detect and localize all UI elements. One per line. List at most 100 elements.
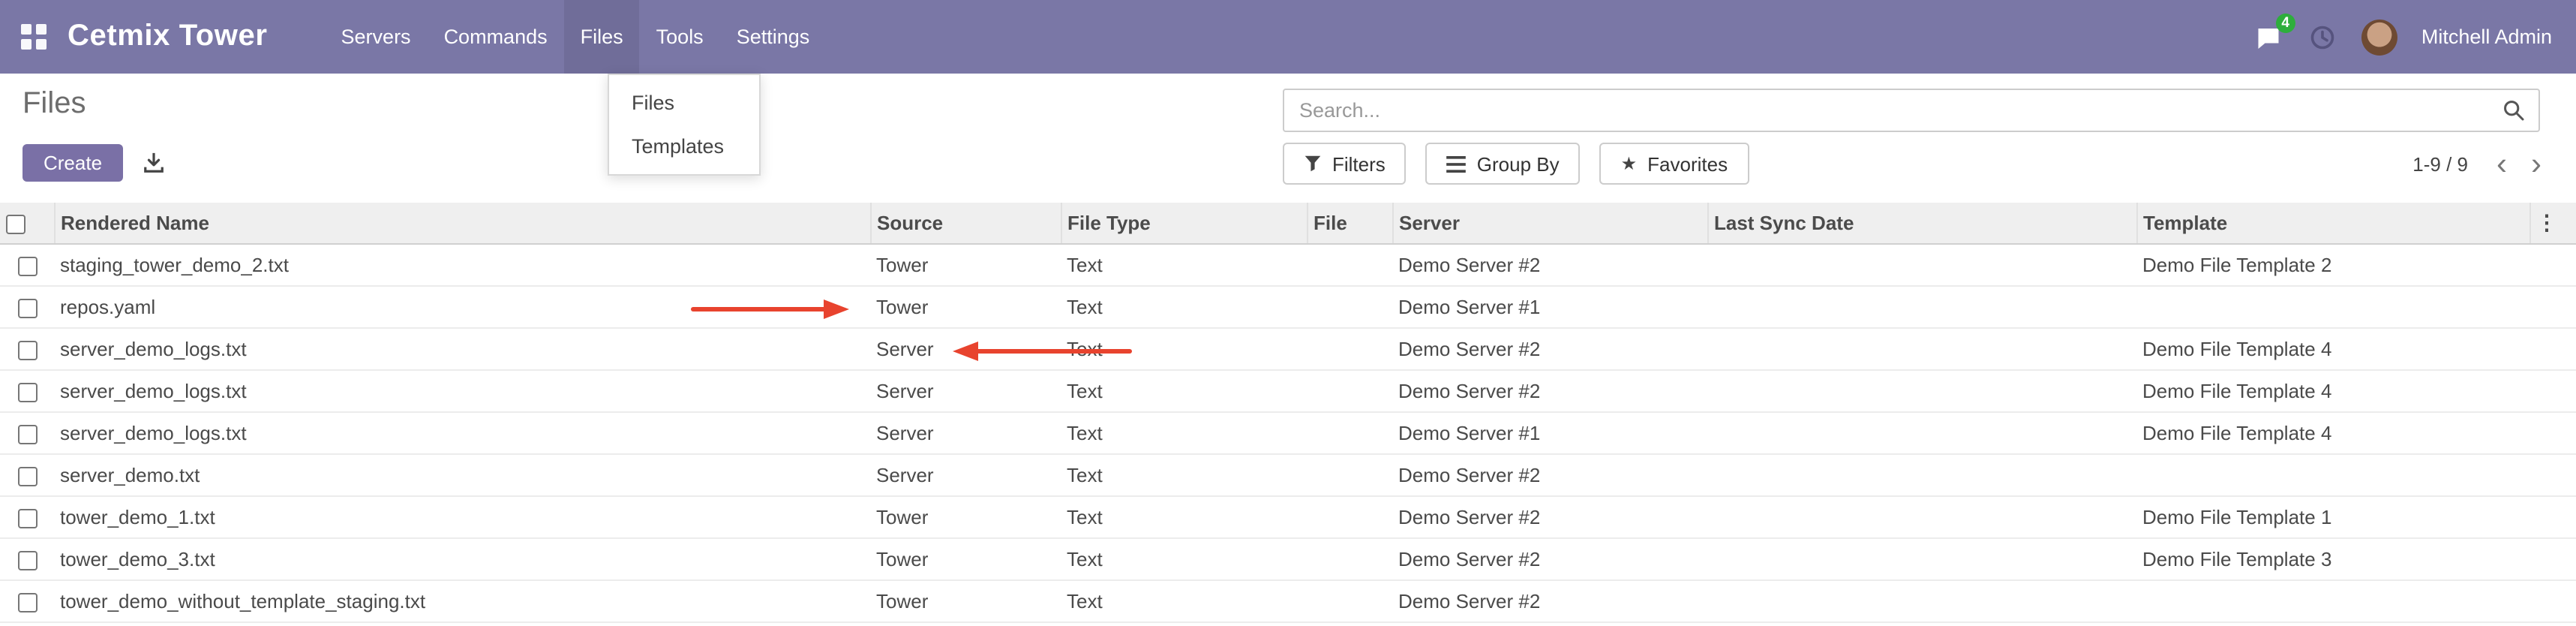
cell-server[interactable]: Demo Server #2	[1392, 369, 1707, 411]
row-checkbox[interactable]	[17, 256, 37, 275]
column-header-template[interactable]: Template	[2136, 203, 2529, 243]
select-all-cell[interactable]	[0, 203, 54, 243]
cell-last-sync-date[interactable]	[1707, 327, 2136, 369]
cell-rendered-name[interactable]: tower_demo_1.txt	[54, 495, 870, 537]
cell-file[interactable]	[1307, 537, 1392, 579]
cell-file-type[interactable]: Text	[1061, 495, 1307, 537]
cell-file-type[interactable]: Text	[1061, 537, 1307, 579]
table-row[interactable]: server_demo_logs.txt Server Text Demo Se…	[0, 327, 2576, 369]
apps-grid-icon[interactable]	[21, 24, 47, 50]
cell-rendered-name[interactable]: server_demo_logs.txt	[54, 369, 870, 411]
column-header-file-type[interactable]: File Type	[1061, 203, 1307, 243]
cell-file-type[interactable]: Text	[1061, 411, 1307, 453]
cell-rendered-name[interactable]: tower_demo_without_template_staging.txt	[54, 579, 870, 621]
cell-file[interactable]	[1307, 411, 1392, 453]
favorites-button[interactable]: ★ Favorites	[1600, 143, 1749, 185]
column-header-rendered-name[interactable]: Rendered Name	[54, 203, 870, 243]
table-row[interactable]: server_demo.txt Server Text Demo Server …	[0, 453, 2576, 495]
cell-last-sync-date[interactable]	[1707, 495, 2136, 537]
nav-tools[interactable]: Tools	[640, 0, 720, 74]
column-header-file[interactable]: File	[1307, 203, 1392, 243]
cell-server[interactable]: Demo Server #2	[1392, 243, 1707, 285]
table-row[interactable]: tower_demo_without_template_staging.txt …	[0, 579, 2576, 621]
pager-previous-button[interactable]: ‹	[2489, 148, 2514, 179]
cell-source[interactable]: Tower	[870, 285, 1061, 327]
column-header-source[interactable]: Source	[870, 203, 1061, 243]
cell-source[interactable]: Tower	[870, 537, 1061, 579]
cell-server[interactable]: Demo Server #2	[1392, 327, 1707, 369]
cell-server[interactable]: Demo Server #2	[1392, 537, 1707, 579]
filters-button[interactable]: Filters	[1283, 143, 1407, 185]
cell-template[interactable]: Demo File Template 4	[2136, 411, 2529, 453]
cell-template[interactable]: Demo File Template 3	[2136, 537, 2529, 579]
row-select-cell[interactable]	[0, 495, 54, 537]
row-select-cell[interactable]	[0, 453, 54, 495]
cell-source[interactable]: Server	[870, 369, 1061, 411]
cell-template[interactable]: Demo File Template 4	[2136, 369, 2529, 411]
cell-file[interactable]	[1307, 495, 1392, 537]
cell-rendered-name[interactable]: repos.yaml	[54, 285, 870, 327]
cell-file[interactable]	[1307, 243, 1392, 285]
optional-columns-toggle[interactable]: ⋮	[2529, 203, 2576, 243]
cell-file[interactable]	[1307, 285, 1392, 327]
messages-icon[interactable]: 4	[2253, 22, 2283, 52]
cell-source[interactable]: Server	[870, 327, 1061, 369]
cell-server[interactable]: Demo Server #1	[1392, 411, 1707, 453]
nav-settings[interactable]: Settings	[720, 0, 827, 74]
cell-file[interactable]	[1307, 453, 1392, 495]
column-header-last-sync-date[interactable]: Last Sync Date	[1707, 203, 2136, 243]
dropdown-item-templates[interactable]: Templates	[609, 125, 759, 168]
row-select-cell[interactable]	[0, 369, 54, 411]
row-select-cell[interactable]	[0, 537, 54, 579]
row-select-cell[interactable]	[0, 285, 54, 327]
row-select-cell[interactable]	[0, 411, 54, 453]
cell-rendered-name[interactable]: server_demo_logs.txt	[54, 411, 870, 453]
nav-servers[interactable]: Servers	[325, 0, 428, 74]
select-all-checkbox[interactable]	[6, 215, 26, 234]
pager-next-button[interactable]: ›	[2523, 148, 2549, 179]
cell-rendered-name[interactable]: server_demo.txt	[54, 453, 870, 495]
row-checkbox[interactable]	[17, 550, 37, 570]
dropdown-item-files[interactable]: Files	[609, 81, 759, 125]
cell-template[interactable]	[2136, 285, 2529, 327]
cell-file[interactable]	[1307, 327, 1392, 369]
search-button[interactable]	[2496, 99, 2538, 122]
cell-file[interactable]	[1307, 369, 1392, 411]
cell-last-sync-date[interactable]	[1707, 243, 2136, 285]
cell-file[interactable]	[1307, 579, 1392, 621]
search-input[interactable]	[1284, 99, 2496, 122]
nav-files[interactable]: Files	[564, 0, 640, 74]
create-button[interactable]: Create	[23, 144, 123, 182]
cell-source[interactable]: Tower	[870, 495, 1061, 537]
table-row[interactable]: tower_demo_1.txt Tower Text Demo Server …	[0, 495, 2576, 537]
group-by-button[interactable]: Group By	[1426, 143, 1581, 185]
user-avatar[interactable]	[2361, 19, 2397, 55]
cell-template[interactable]: Demo File Template 1	[2136, 495, 2529, 537]
cell-template[interactable]	[2136, 453, 2529, 495]
export-icon-button[interactable]	[135, 144, 171, 182]
cell-rendered-name[interactable]: tower_demo_3.txt	[54, 537, 870, 579]
cell-rendered-name[interactable]: staging_tower_demo_2.txt	[54, 243, 870, 285]
cell-source[interactable]: Tower	[870, 243, 1061, 285]
user-menu[interactable]: Mitchell Admin	[2421, 26, 2552, 48]
cell-last-sync-date[interactable]	[1707, 453, 2136, 495]
cell-last-sync-date[interactable]	[1707, 411, 2136, 453]
cell-file-type[interactable]: Text	[1061, 327, 1307, 369]
cell-file-type[interactable]: Text	[1061, 243, 1307, 285]
cell-rendered-name[interactable]: server_demo_logs.txt	[54, 327, 870, 369]
cell-source[interactable]: Tower	[870, 579, 1061, 621]
row-checkbox[interactable]	[17, 382, 37, 402]
cell-template[interactable]	[2136, 579, 2529, 621]
row-checkbox[interactable]	[17, 424, 37, 444]
cell-last-sync-date[interactable]	[1707, 579, 2136, 621]
app-title[interactable]: Cetmix Tower	[68, 20, 268, 54]
row-checkbox[interactable]	[17, 298, 37, 318]
row-select-cell[interactable]	[0, 243, 54, 285]
cell-last-sync-date[interactable]	[1707, 369, 2136, 411]
cell-source[interactable]: Server	[870, 453, 1061, 495]
cell-server[interactable]: Demo Server #1	[1392, 285, 1707, 327]
row-checkbox[interactable]	[17, 466, 37, 486]
cell-file-type[interactable]: Text	[1061, 453, 1307, 495]
cell-last-sync-date[interactable]	[1707, 285, 2136, 327]
activities-icon[interactable]	[2307, 22, 2337, 52]
